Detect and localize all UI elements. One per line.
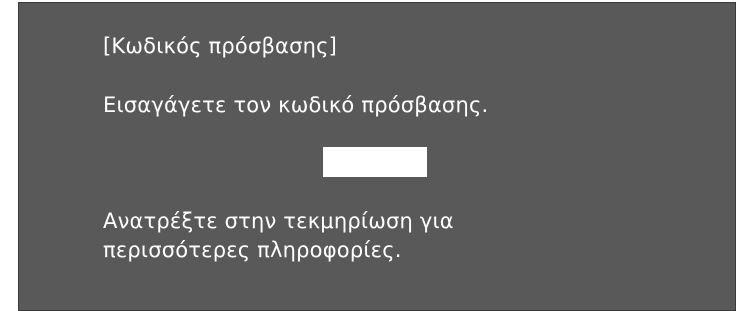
- help-text-line-2: περισσότερες πληροφορίες.: [103, 238, 402, 262]
- password-input[interactable]: [323, 147, 427, 177]
- help-text-line-1: Ανατρέξτε στην τεκμηρίωση για: [103, 209, 454, 233]
- password-prompt: Εισαγάγετε τον κωδικό πρόσβασης.: [103, 93, 489, 117]
- password-dialog: [Κωδικός πρόσβασης] Εισαγάγετε τον κωδικ…: [18, 2, 736, 311]
- help-text: Ανατρέξτε στην τεκμηρίωση για περισσότερ…: [103, 207, 454, 265]
- dialog-title: [Κωδικός πρόσβασης]: [103, 34, 338, 58]
